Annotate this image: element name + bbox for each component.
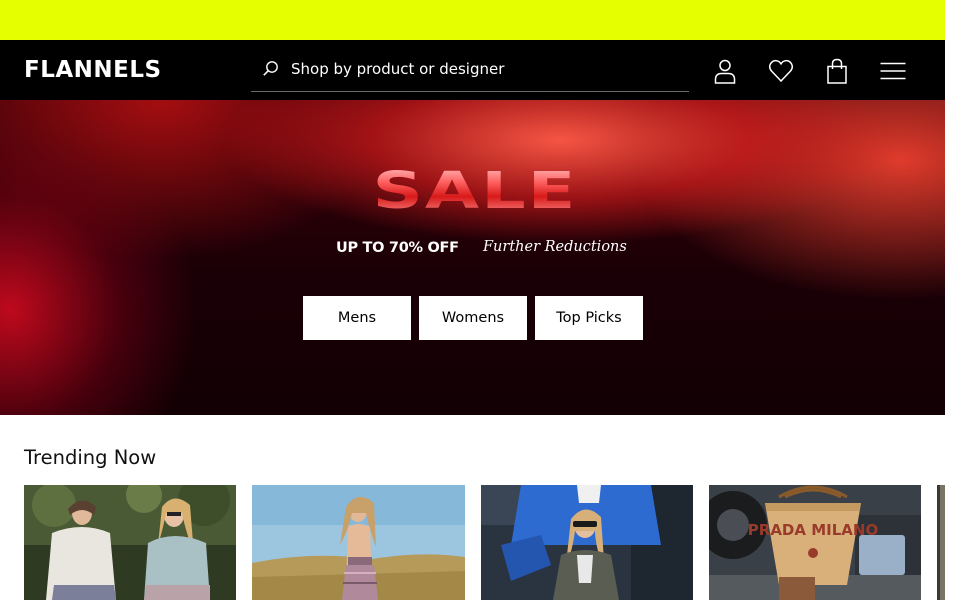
trending-tile-2[interactable]: [252, 485, 465, 600]
search-input[interactable]: [291, 57, 681, 81]
trending-tile-1[interactable]: [24, 485, 236, 600]
trending-tile-5[interactable]: [937, 485, 945, 600]
model-desert-photo: [252, 485, 465, 600]
model-blue-jacket-photo: [481, 485, 693, 600]
wishlist-icon[interactable]: [768, 58, 794, 84]
menu-icon[interactable]: [880, 58, 906, 84]
next-tile-photo: [937, 485, 945, 600]
trending-tile-3[interactable]: [481, 485, 693, 600]
search-icon[interactable]: [262, 60, 280, 78]
flannels-logo[interactable]: FLANNELS: [24, 57, 162, 83]
bag-icon[interactable]: [824, 58, 850, 84]
page: FLANNELS SALE UP TO 70% OFF Fur: [0, 0, 945, 600]
top-picks-button[interactable]: Top Picks: [535, 296, 643, 340]
account-icon[interactable]: [712, 58, 738, 84]
prada-brand-text: PRADA MILANO: [748, 521, 878, 539]
mens-button[interactable]: Mens: [303, 296, 411, 340]
sale-subtitle: UP TO 70% OFF: [336, 240, 459, 256]
two-models-outdoor-photo: [24, 485, 236, 600]
sale-hero-banner[interactable]: SALE UP TO 70% OFF Further Reductions Me…: [0, 100, 945, 415]
scroll-gutter: [945, 0, 960, 600]
prada-basket-bag-photo: PRADA MILANO: [709, 485, 921, 600]
search-bar[interactable]: [251, 40, 689, 92]
sale-tagline: Further Reductions: [483, 239, 627, 255]
womens-button[interactable]: Womens: [419, 296, 527, 340]
promo-bar[interactable]: [0, 0, 945, 40]
trending-tile-4[interactable]: PRADA MILANO: [709, 485, 921, 600]
site-header: FLANNELS: [0, 40, 945, 100]
sale-title: SALE: [330, 162, 620, 220]
trending-now-heading: Trending Now: [24, 446, 157, 469]
